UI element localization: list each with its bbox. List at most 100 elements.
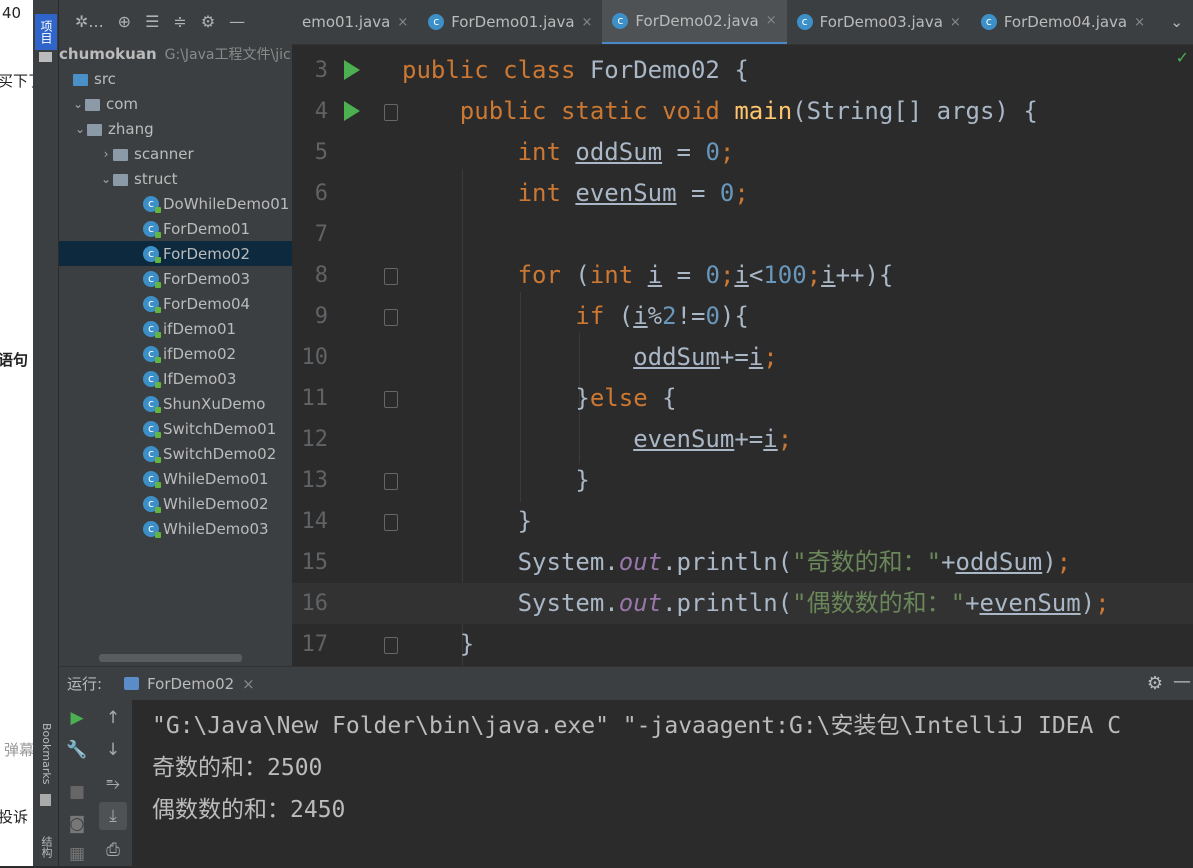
java-class-icon: c	[143, 520, 161, 538]
tree-class-file[interactable]: c ForDemo03	[59, 266, 292, 291]
tree-class-file[interactable]: c WhileDemo02	[59, 491, 292, 516]
folder-icon	[73, 73, 88, 86]
fold-marker-icon[interactable]	[384, 637, 398, 654]
close-icon[interactable]: ×	[766, 13, 777, 28]
tree-class-file[interactable]: c ForDemo04	[59, 291, 292, 316]
code-line[interactable]: 15 System.out.println("奇数的和："+oddSum);	[292, 542, 1193, 583]
hide-icon[interactable]: —	[1173, 671, 1191, 692]
no-problems-check-icon[interactable]: ✓	[1176, 48, 1189, 67]
gear-icon[interactable]: ⚙	[1147, 673, 1163, 694]
line-number: 16	[301, 591, 329, 616]
code-line[interactable]: 9 if (i%2!=0){	[292, 296, 1193, 337]
code-line[interactable]: 6 int evenSum = 0;	[292, 173, 1193, 214]
fold-marker-icon[interactable]	[384, 104, 398, 121]
code-line[interactable]: 17 }	[292, 624, 1193, 665]
tree-class-file[interactable]: c WhileDemo03	[59, 516, 292, 541]
print-icon[interactable]: ⎙	[99, 836, 127, 864]
chevron-down-icon[interactable]: ⌄	[1160, 0, 1193, 44]
code-editor[interactable]: 3 public class ForDemo02 {4 public static…	[292, 46, 1193, 666]
wrench-icon[interactable]: 🔧	[63, 736, 91, 764]
gear-icon[interactable]: ⚙	[201, 12, 215, 31]
project-tool-tab[interactable]: 项目	[35, 14, 57, 50]
tree-folder[interactable]: › scanner	[59, 141, 292, 166]
scroll-down-icon[interactable]: ↓	[99, 736, 127, 764]
tree-class-file[interactable]: c ForDemo01	[59, 216, 292, 241]
fold-marker-icon[interactable]	[384, 268, 398, 285]
code-line[interactable]: 11 }else {	[292, 378, 1193, 419]
bookmarks-tool-tab[interactable]: Bookmarks	[35, 714, 57, 794]
rerun-icon[interactable]: ▶	[63, 704, 91, 732]
tree-class-file[interactable]: c ForDemo02	[59, 241, 292, 266]
fold-marker-icon[interactable]	[384, 473, 398, 490]
fold-marker-icon[interactable]	[384, 391, 398, 408]
code-line[interactable]: 13 }	[292, 460, 1193, 501]
tree-class-file[interactable]: c SwitchDemo02	[59, 441, 292, 466]
tree-folder[interactable]: ⌄ struct	[59, 166, 292, 191]
java-class-icon: c	[143, 495, 161, 513]
folder-icon	[87, 123, 102, 136]
scroll-up-icon[interactable]: ↑	[99, 704, 127, 732]
scroll-to-end-icon[interactable]: ⤓	[99, 802, 127, 830]
tree-folder[interactable]: src	[59, 66, 292, 91]
line-number: 13	[301, 468, 329, 493]
close-icon[interactable]: ×	[242, 675, 255, 693]
structure-tool-tab[interactable]: 结构	[35, 830, 57, 864]
code-line[interactable]: 12 evenSum+=i;	[292, 419, 1193, 460]
chevron-right-icon[interactable]: ›	[99, 147, 113, 161]
editor-tab[interactable]: c ForDemo04.java ×	[971, 0, 1155, 44]
chevron-down-icon[interactable]: ⌄	[73, 122, 87, 136]
java-class-icon: c	[612, 12, 629, 29]
close-icon[interactable]: ×	[582, 15, 593, 30]
camera-icon[interactable]: ◙	[63, 810, 91, 838]
chevron-down-icon[interactable]: ⌄	[71, 97, 85, 111]
line-number: 3	[314, 58, 328, 83]
java-class-icon: c	[143, 470, 161, 488]
tree-class-file[interactable]: c DoWhileDemo01	[59, 191, 292, 216]
code-line[interactable]: 5 int oddSum = 0;	[292, 132, 1193, 173]
editor-tab[interactable]: c ForDemo01.java ×	[418, 0, 602, 44]
code-line[interactable]: 14 }	[292, 501, 1193, 542]
expand-all-icon[interactable]: ☰	[145, 12, 159, 31]
fold-marker-icon[interactable]	[384, 514, 398, 531]
line-number: 17	[301, 632, 329, 657]
tree-folder[interactable]: ⌄ zhang	[59, 116, 292, 141]
fold-marker-icon[interactable]	[384, 309, 398, 326]
line-number: 6	[314, 181, 328, 206]
soft-wrap-icon[interactable]: ⥱	[99, 770, 127, 798]
code-line[interactable]: 16 System.out.println("偶数数的和："+evenSum);	[292, 583, 1193, 624]
run-tab[interactable]: ForDemo02 ×	[124, 675, 255, 693]
editor-tab[interactable]: c ForDemo03.java ×	[787, 0, 971, 44]
locate-icon[interactable]: ⊕	[118, 12, 131, 31]
tree-class-file[interactable]: c SwitchDemo01	[59, 416, 292, 441]
stop-icon[interactable]: ■	[63, 778, 91, 806]
folder-icon	[113, 173, 128, 186]
hide-icon[interactable]: —	[229, 12, 245, 31]
line-number: 11	[301, 386, 329, 411]
editor-tab[interactable]: c ForDemo02.java ×	[602, 0, 787, 44]
code-line[interactable]: 10 oddSum+=i;	[292, 337, 1193, 378]
close-icon[interactable]: ×	[1134, 15, 1145, 30]
horizontal-scrollbar[interactable]	[99, 654, 242, 662]
collapse-all-icon[interactable]: ≑	[173, 12, 186, 31]
chevron-down-icon[interactable]: ⌄	[99, 172, 113, 186]
code-line[interactable]: 8 for (int i = 0;i<100;i++){	[292, 255, 1193, 296]
close-icon[interactable]: ×	[950, 15, 961, 30]
tree-class-file[interactable]: c WhileDemo01	[59, 466, 292, 491]
tree-class-file[interactable]: c IfDemo03	[59, 366, 292, 391]
run-gutter-icon[interactable]	[344, 101, 360, 121]
layout-icon[interactable]: ▦	[63, 840, 91, 868]
tree-folder[interactable]: ⌄ com	[59, 91, 292, 116]
close-icon[interactable]: ×	[397, 15, 408, 30]
tree-class-file[interactable]: c ShunXuDemo	[59, 391, 292, 416]
java-class-icon: c	[143, 395, 161, 413]
code-line[interactable]: 7	[292, 214, 1193, 255]
console-output[interactable]: "G:\Java\New Folder\bin\java.exe" "-java…	[132, 700, 1193, 866]
code-line[interactable]: 4 public static void main(String[] args)…	[292, 91, 1193, 132]
settings-dropdown-icon[interactable]: ✲...	[75, 12, 104, 31]
tree-class-file[interactable]: c ifDemo02	[59, 341, 292, 366]
project-root[interactable]: chumokuan G:\Java工程文件\jic	[59, 41, 292, 66]
tree-class-file[interactable]: c ifDemo01	[59, 316, 292, 341]
run-gutter-icon[interactable]	[344, 60, 360, 80]
code-line[interactable]: 3 public class ForDemo02 {	[292, 50, 1193, 91]
editor-tab[interactable]: emo01.java ×	[292, 0, 418, 44]
